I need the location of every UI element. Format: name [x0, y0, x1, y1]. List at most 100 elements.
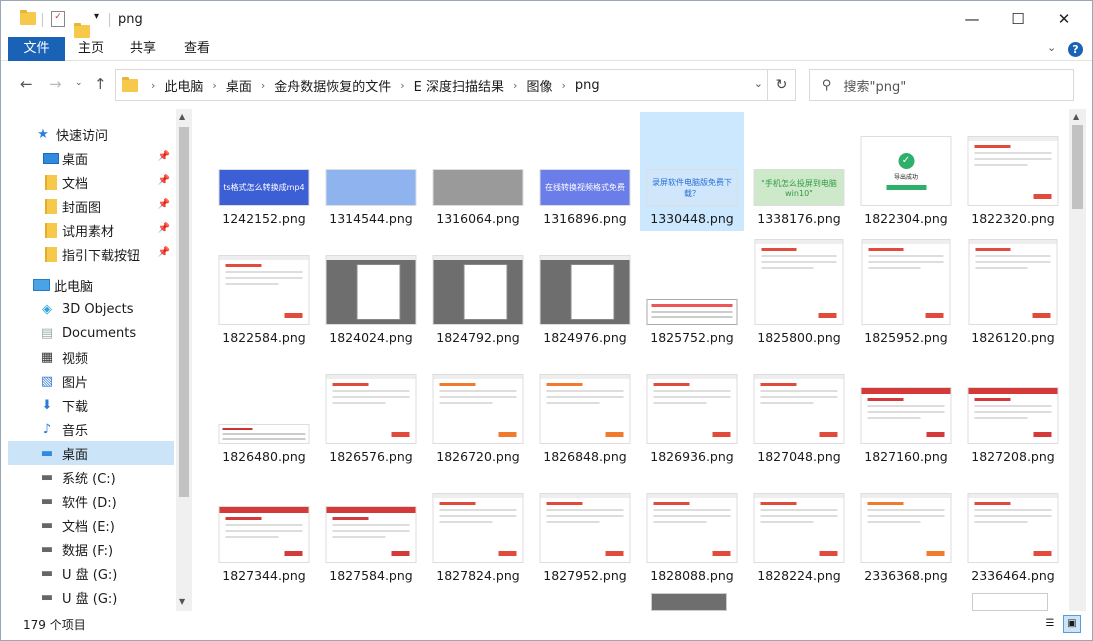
recent-locations-icon[interactable]: ⌄	[75, 78, 83, 88]
file-item[interactable]: "手机怎么投屏到电脑win10" 1338176.png	[747, 112, 851, 231]
breadcrumb-png[interactable]: png	[575, 78, 600, 93]
tab-share[interactable]: 共享	[117, 37, 169, 61]
back-arrow-icon[interactable]: ←	[20, 75, 33, 93]
breadcrumb-recovered[interactable]: 金舟数据恢复的文件	[274, 76, 391, 95]
close-button[interactable]: ✕	[1041, 1, 1087, 37]
file-item[interactable]: 1827952.png	[533, 469, 637, 588]
sidebar-item-pc[interactable]: ▬ U 盘 (G:)	[8, 561, 174, 585]
file-item[interactable]: 1826576.png	[319, 350, 423, 469]
file-item[interactable]: 1827208.png	[961, 350, 1065, 469]
sidebar-scrollbar[interactable]: ▲ ▼	[176, 109, 192, 611]
folder-icon	[42, 222, 60, 238]
file-item[interactable]: 1824976.png	[533, 231, 637, 350]
breadcrumb-images[interactable]: 图像	[526, 76, 552, 95]
up-arrow-icon[interactable]: ↑	[94, 75, 107, 93]
chevron-right-icon[interactable]: ›	[212, 79, 216, 92]
file-item[interactable]: 1827344.png	[212, 469, 316, 588]
sidebar-item-pc[interactable]: ▬ 桌面	[8, 441, 174, 465]
sidebar-quick-access[interactable]: ★ 快速访问	[8, 122, 174, 146]
help-icon[interactable]: ?	[1068, 42, 1083, 57]
file-item[interactable]: 1826848.png	[533, 350, 637, 469]
file-item[interactable]: 1826480.png	[212, 350, 316, 469]
file-item[interactable]: 1827160.png	[854, 350, 958, 469]
file-item[interactable]: 录屏软件电脑版免费下载？ 1330448.png	[640, 112, 744, 231]
chevron-right-icon[interactable]: ›	[261, 79, 265, 92]
file-item[interactable]: 1825952.png	[854, 231, 958, 350]
content-scrollbar[interactable]: ▲	[1069, 109, 1086, 611]
file-item[interactable]: 1825800.png	[747, 231, 851, 350]
file-item[interactable]: ts格式怎么转换成mp4 1242152.png	[212, 112, 316, 231]
sidebar-item-pc[interactable]: ▦ 视频	[8, 345, 174, 369]
pin-icon[interactable]: 📌	[158, 175, 170, 186]
forward-arrow-icon[interactable]: →	[49, 75, 62, 93]
scroll-up-icon[interactable]: ▲	[179, 112, 185, 121]
search-box[interactable]: ⚲ 搜索"png"	[809, 69, 1074, 101]
expand-ribbon-icon[interactable]: ⌄	[1047, 41, 1056, 54]
properties-icon[interactable]: ✓	[51, 11, 65, 27]
customize-quick-access-icon[interactable]: ▾	[94, 11, 99, 22]
file-item[interactable]: 1826936.png	[640, 350, 744, 469]
address-bar[interactable]: › 此电脑 › 桌面 › 金舟数据恢复的文件 › E 深度扫描结果 › 图像 ›…	[115, 69, 796, 101]
sidebar-scroll-thumb[interactable]	[179, 127, 189, 497]
file-item[interactable]: 在线转换视频格式免费 1316896.png	[533, 112, 637, 231]
sidebar-item-pinned[interactable]: 试用素材 📌	[8, 218, 174, 242]
chevron-right-icon[interactable]: ›	[561, 79, 565, 92]
file-item[interactable]: 1827048.png	[747, 350, 851, 469]
file-item[interactable]: 1826720.png	[426, 350, 530, 469]
sidebar-item-pc[interactable]: ▬ 数据 (F:)	[8, 537, 174, 561]
sidebar-item-pinned[interactable]: 文档 📌	[8, 170, 174, 194]
file-item[interactable]: ✓ 导出成功 1822304.png	[854, 112, 958, 231]
sidebar-item-pinned[interactable]: 封面图 📌	[8, 194, 174, 218]
scroll-down-icon[interactable]: ▼	[179, 597, 185, 606]
file-item[interactable]: 1822320.png	[961, 112, 1065, 231]
file-item[interactable]: 1314544.png	[319, 112, 423, 231]
file-item[interactable]: 1827584.png	[319, 469, 423, 588]
sidebar-item-pc[interactable]: ▤ Documents	[8, 321, 174, 345]
sidebar-item-pc[interactable]: ⬇ 下载	[8, 393, 174, 417]
chevron-right-icon[interactable]: ›	[400, 79, 404, 92]
file-item[interactable]: 1825752.png	[640, 231, 744, 350]
file-item[interactable]: 2336368.png	[854, 469, 958, 588]
sidebar-item-pinned[interactable]: 桌面 📌	[8, 146, 174, 170]
sidebar-item-pc[interactable]: ♪ 音乐	[8, 417, 174, 441]
sidebar-item-pc[interactable]: ▬ 文档 (E:)	[8, 513, 174, 537]
breadcrumb-this-pc[interactable]: 此电脑	[164, 76, 203, 95]
file-item[interactable]: 1828224.png	[747, 469, 851, 588]
chevron-right-icon[interactable]: ›	[513, 79, 517, 92]
file-item[interactable]: 1824024.png	[319, 231, 423, 350]
file-item[interactable]: 1824792.png	[426, 231, 530, 350]
file-item[interactable]: 1827824.png	[426, 469, 530, 588]
sidebar-item-pc[interactable]: ▬ 软件 (D:)	[8, 489, 174, 513]
pin-icon[interactable]: 📌	[158, 199, 170, 210]
refresh-icon[interactable]: ↻	[767, 70, 795, 100]
maximize-button[interactable]: ☐	[995, 1, 1041, 37]
sidebar-this-pc[interactable]: 此电脑	[8, 273, 174, 297]
file-item[interactable]: 1828088.png	[640, 469, 744, 588]
scroll-up-icon[interactable]: ▲	[1073, 112, 1079, 121]
pin-icon[interactable]: 📌	[158, 151, 170, 162]
breadcrumb-scan-results[interactable]: E 深度扫描结果	[414, 76, 504, 95]
sidebar-item-pc[interactable]: ▬ U 盘 (G:)	[8, 585, 174, 609]
tab-view[interactable]: 查看	[169, 37, 225, 61]
tab-home[interactable]: 主页	[65, 37, 117, 61]
sidebar-item-pc[interactable]: ◈ 3D Objects	[8, 297, 174, 321]
sidebar-item-pinned[interactable]: 指引下载按钮 📌	[8, 242, 174, 266]
music-icon: ♪	[42, 421, 52, 437]
pin-icon[interactable]: 📌	[158, 247, 170, 258]
chevron-right-icon[interactable]: ›	[151, 79, 155, 92]
minimize-button[interactable]: —	[949, 1, 995, 37]
address-dropdown-icon[interactable]: ⌄	[754, 77, 763, 90]
large-icons-view-icon[interactable]: ▣	[1063, 615, 1081, 633]
file-item[interactable]: 1826120.png	[961, 231, 1065, 350]
tab-file[interactable]: 文件	[8, 37, 65, 61]
details-view-icon[interactable]: ☰	[1041, 615, 1059, 633]
file-item[interactable]: 1822584.png	[212, 231, 316, 350]
file-item[interactable]: 2336464.png	[961, 469, 1065, 588]
search-placeholder[interactable]: 搜索"png"	[844, 76, 907, 95]
content-scroll-thumb[interactable]	[1072, 125, 1083, 209]
file-item[interactable]: 1316064.png	[426, 112, 530, 231]
sidebar-item-pc[interactable]: ▧ 图片	[8, 369, 174, 393]
breadcrumb-desktop[interactable]: 桌面	[226, 76, 252, 95]
sidebar-item-pc[interactable]: ▬ 系统 (C:)	[8, 465, 174, 489]
pin-icon[interactable]: 📌	[158, 223, 170, 234]
